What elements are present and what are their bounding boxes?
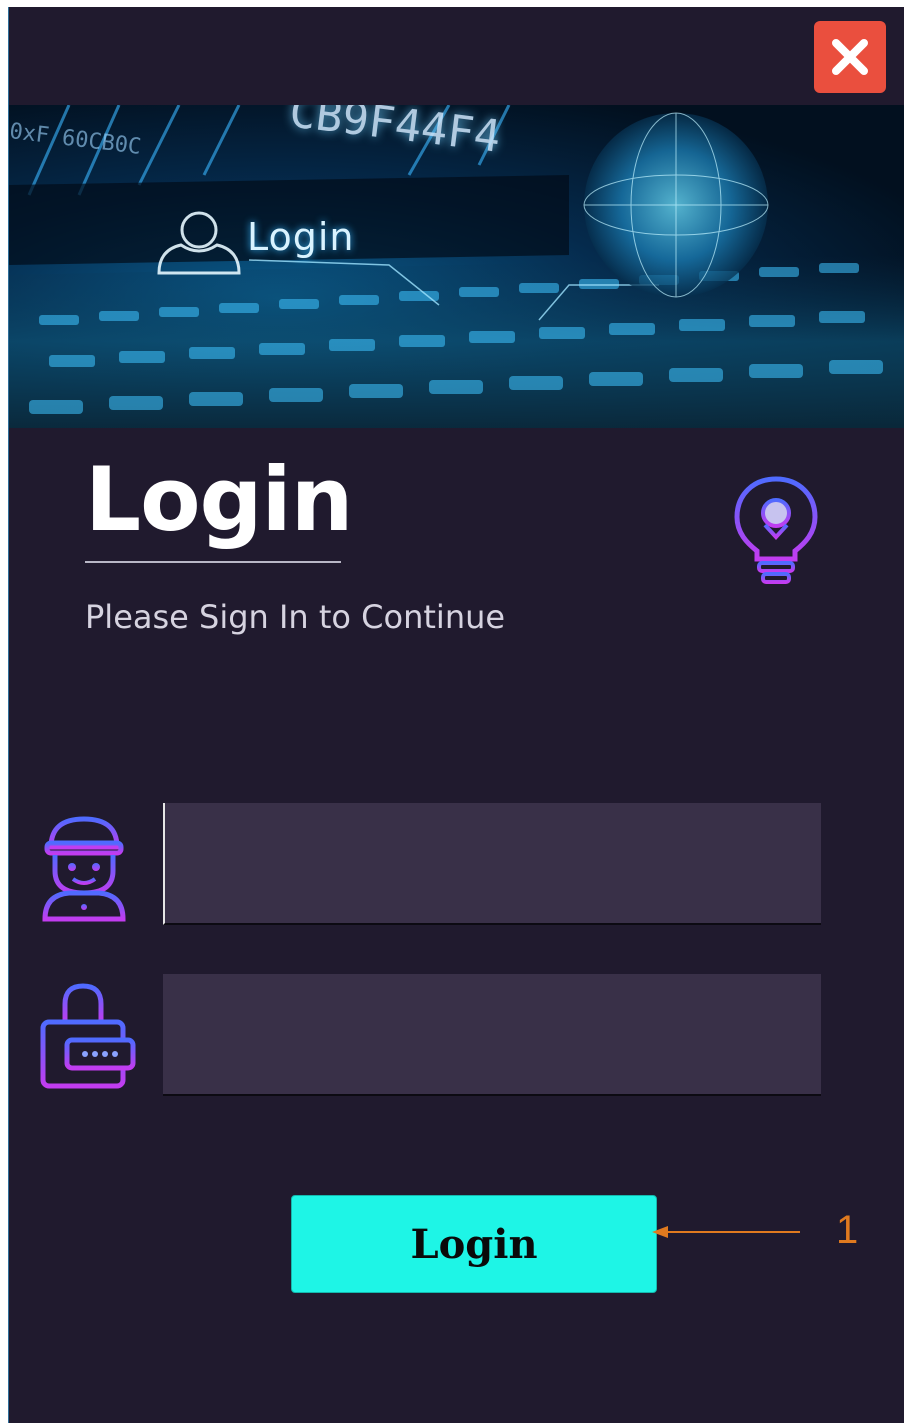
annotation-arrow [652,1226,800,1238]
login-window: 0xF 60CB0C CB9F44F4 Login Login Please S… [8,7,904,1423]
page-subtitle: Please Sign In to Continue [85,598,506,636]
password-field[interactable] [163,974,821,1096]
user-avatar-icon [42,816,126,922]
close-button[interactable] [814,21,886,93]
annotation-label: 1 [836,1208,859,1252]
lightbulb-icon [734,476,818,584]
username-field[interactable] [163,803,821,925]
banner-login-text: Login [247,215,355,259]
page-title: Login [85,448,353,551]
title-underline [85,561,341,563]
banner-image: 0xF 60CB0C CB9F44F4 Login [9,105,904,428]
close-x-icon [832,39,868,75]
lock-password-icon [40,983,136,1089]
login-button[interactable]: Login [291,1195,657,1293]
